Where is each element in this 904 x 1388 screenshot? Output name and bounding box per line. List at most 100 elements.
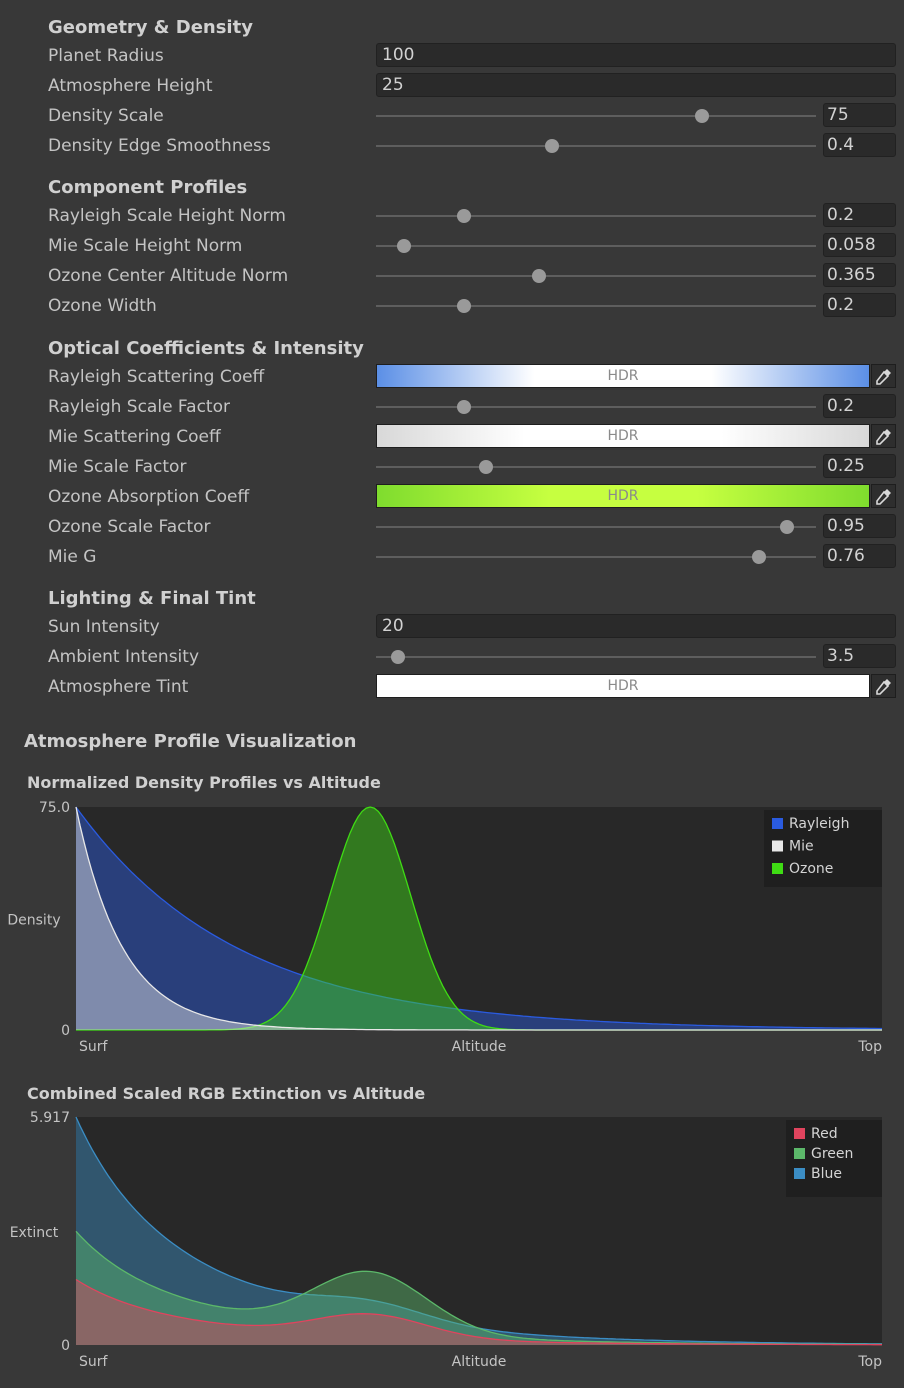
section-optical-header: Optical Coefficients & Intensity <box>48 338 364 359</box>
ozone-scale-factor-slider-handle[interactable] <box>780 520 795 534</box>
mie-scale-factor-value[interactable]: 0.25 <box>823 454 896 478</box>
row-rayleigh-scattering-coeff: Rayleigh Scattering Coeff HDR <box>0 363 904 393</box>
rayleigh-scale-height-slider-handle[interactable] <box>457 209 471 223</box>
mie-g-value[interactable]: 0.76 <box>823 544 896 568</box>
mie-eyedropper-button[interactable] <box>871 424 896 448</box>
legend-swatch-red <box>794 1128 805 1139</box>
row-ozone-center-altitude: Ozone Center Altitude Norm 0.365 <box>0 262 904 292</box>
eyedropper-icon <box>876 679 891 695</box>
legend-label-mie: Mie <box>789 839 814 855</box>
density-scale-label: Density Scale <box>48 106 164 126</box>
mie-scale-factor-slider-handle[interactable] <box>479 460 493 474</box>
ozone-width-value[interactable]: 0.2 <box>823 293 896 317</box>
y-axis-label: Extinct <box>10 1225 59 1241</box>
row-ozone-scale-factor: Ozone Scale Factor 0.95 <box>0 513 904 543</box>
atmosphere-tint-label: Atmosphere Tint <box>48 677 189 697</box>
legend-label-green: Green <box>811 1146 853 1162</box>
section-profiles-header: Component Profiles <box>48 177 248 198</box>
row-ambient-intensity: Ambient Intensity 3.5 <box>0 643 904 673</box>
rayleigh-scale-height-slider[interactable] <box>376 215 816 217</box>
mie-scale-factor-slider[interactable] <box>376 466 816 468</box>
density-profile-chart: 75.0 0 Density Surf Altitude Top Rayleigh Mie Oz… <box>7 800 882 1055</box>
legend-swatch-ozone <box>772 863 783 874</box>
ozone-scale-factor-slider[interactable] <box>376 526 816 528</box>
ozone-width-label: Ozone Width <box>48 296 157 316</box>
ozone-center-altitude-slider-handle[interactable] <box>531 269 546 283</box>
x-end-tick-label: Top <box>857 1354 882 1370</box>
mie-scale-height-label: Mie Scale Height Norm <box>48 236 243 256</box>
ozone-absorption-coeff-swatch[interactable]: HDR <box>376 484 870 508</box>
mie-scale-height-slider-handle[interactable] <box>397 239 412 253</box>
row-atmosphere-height: Atmosphere Height 25 <box>0 72 904 102</box>
density-edge-smoothness-slider-handle[interactable] <box>545 139 559 153</box>
y-max-tick-label: 5.917 <box>30 1110 70 1126</box>
visualization-title: Atmosphere Profile Visualization <box>24 731 357 752</box>
extinction-chart-title: Combined Scaled RGB Extinction vs Altitu… <box>27 1084 426 1103</box>
y-min-tick-label: 0 <box>61 1338 70 1354</box>
legend-label-ozone: Ozone <box>789 861 833 877</box>
rayleigh-scale-height-label: Rayleigh Scale Height Norm <box>48 206 286 226</box>
density-scale-slider-handle[interactable] <box>694 109 709 123</box>
density-edge-smoothness-label: Density Edge Smoothness <box>48 136 271 156</box>
rayleigh-scattering-coeff-swatch[interactable]: HDR <box>376 364 870 388</box>
ozone-scale-factor-value[interactable]: 0.95 <box>823 514 896 538</box>
row-planet-radius: Planet Radius 100 <box>0 42 904 72</box>
ambient-intensity-slider-handle[interactable] <box>391 650 405 664</box>
legend-swatch-mie <box>772 840 783 852</box>
legend-label-blue: Blue <box>811 1166 842 1182</box>
x-start-tick-label: Surf <box>79 1039 109 1055</box>
extinction-chart: 5.917 0 Extinct Surf Altitude Top Red Green Blue <box>10 1110 882 1370</box>
x-start-tick-label: Surf <box>79 1354 109 1370</box>
y-min-tick-label: 0 <box>61 1023 70 1039</box>
rayleigh-scale-factor-value[interactable]: 0.2 <box>823 394 896 418</box>
y-max-tick-label: 75.0 <box>39 800 70 816</box>
sun-intensity-label: Sun Intensity <box>48 617 160 637</box>
rayleigh-scale-factor-label: Rayleigh Scale Factor <box>48 397 230 417</box>
legend-label-red: Red <box>811 1126 838 1142</box>
x-axis-label: Altitude <box>452 1039 507 1055</box>
rayleigh-scale-factor-slider-handle[interactable] <box>457 400 471 414</box>
mie-scale-factor-label: Mie Scale Factor <box>48 457 187 477</box>
row-mie-scale-factor: Mie Scale Factor 0.25 <box>0 453 904 483</box>
row-rayleigh-scale-factor: Rayleigh Scale Factor 0.2 <box>0 393 904 423</box>
row-ozone-absorption-coeff: Ozone Absorption Coeff HDR <box>0 483 904 513</box>
mie-g-slider[interactable] <box>376 556 816 558</box>
ozone-width-slider-handle[interactable] <box>457 299 471 313</box>
ozone-center-altitude-slider[interactable] <box>376 275 816 277</box>
mie-g-slider-handle[interactable] <box>751 550 766 564</box>
planet-radius-field[interactable]: 100 <box>376 43 896 67</box>
density-edge-smoothness-slider[interactable] <box>376 145 816 147</box>
y-axis-label: Density <box>7 913 60 929</box>
ozone-width-slider[interactable] <box>376 305 816 307</box>
row-rayleigh-scale-height: Rayleigh Scale Height Norm 0.2 <box>0 202 904 232</box>
atmosphere-height-field[interactable]: 25 <box>376 73 896 97</box>
rayleigh-eyedropper-button[interactable] <box>871 364 896 388</box>
mie-scattering-coeff-swatch[interactable]: HDR <box>376 424 870 448</box>
rayleigh-scattering-coeff-label: Rayleigh Scattering Coeff <box>48 367 265 387</box>
row-ozone-width: Ozone Width 0.2 <box>0 292 904 322</box>
mie-scattering-coeff-label: Mie Scattering Coeff <box>48 427 221 447</box>
rayleigh-scale-factor-slider[interactable] <box>376 406 816 408</box>
tint-eyedropper-button[interactable] <box>871 674 896 698</box>
density-edge-smoothness-value[interactable]: 0.4 <box>823 133 896 157</box>
density-scale-value[interactable]: 75 <box>823 103 896 127</box>
ozone-center-altitude-value[interactable]: 0.365 <box>823 263 896 287</box>
row-mie-scale-height: Mie Scale Height Norm 0.058 <box>0 232 904 262</box>
ambient-intensity-slider[interactable] <box>376 656 816 658</box>
eyedropper-icon <box>876 369 891 385</box>
mie-g-label: Mie G <box>48 547 97 567</box>
legend-swatch-blue <box>794 1168 805 1179</box>
mie-scale-height-value[interactable]: 0.058 <box>823 233 896 257</box>
mie-scale-height-slider[interactable] <box>376 245 816 247</box>
sun-intensity-field[interactable]: 20 <box>376 614 896 638</box>
row-sun-intensity: Sun Intensity 20 <box>0 613 904 643</box>
planet-radius-label: Planet Radius <box>48 46 164 66</box>
ozone-eyedropper-button[interactable] <box>871 484 896 508</box>
ambient-intensity-value[interactable]: 3.5 <box>823 644 896 668</box>
rayleigh-scale-height-value[interactable]: 0.2 <box>823 203 896 227</box>
atmosphere-tint-swatch[interactable]: HDR <box>376 674 870 698</box>
eyedropper-icon <box>876 429 891 445</box>
row-density-scale: Density Scale 75 <box>0 102 904 132</box>
density-scale-slider[interactable] <box>376 115 816 117</box>
ambient-intensity-label: Ambient Intensity <box>48 647 199 667</box>
